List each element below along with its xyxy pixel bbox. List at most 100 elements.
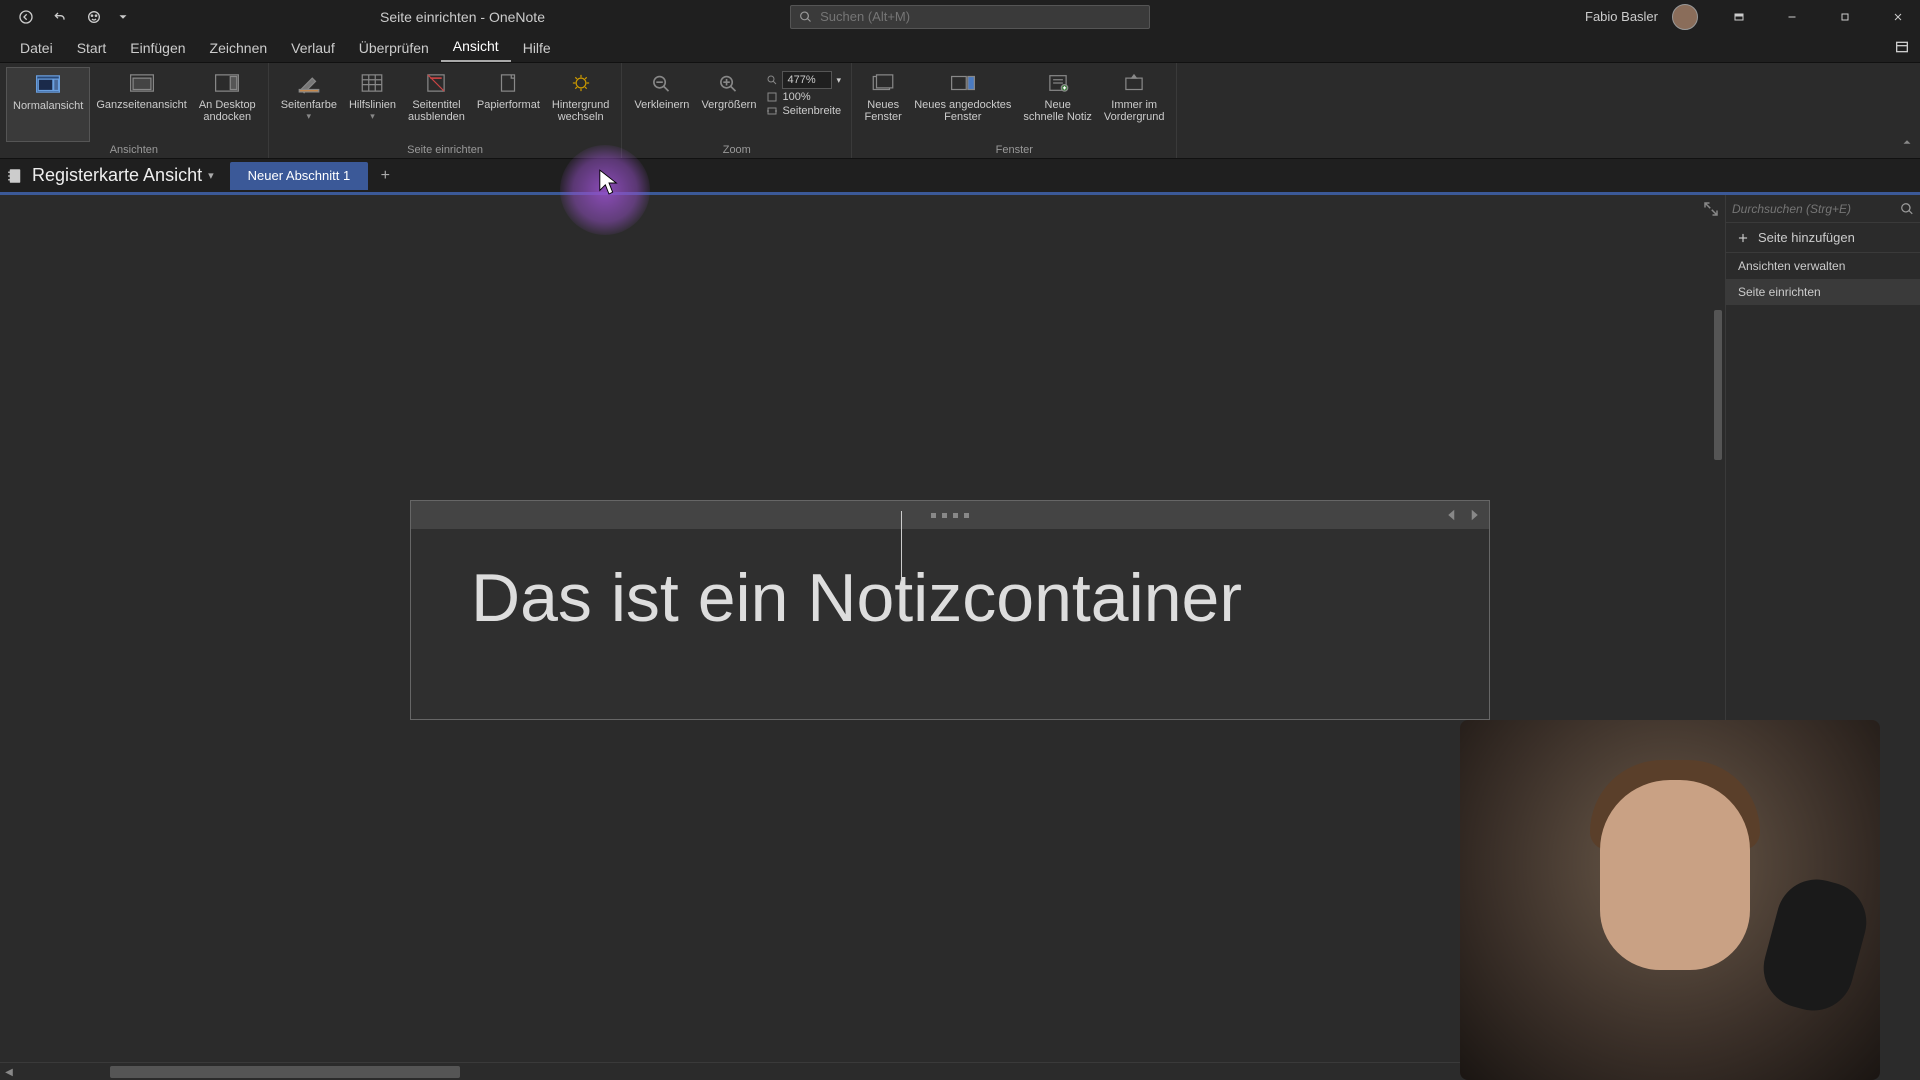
collapse-ribbon-icon[interactable] (1900, 135, 1914, 154)
page-search-input[interactable] (1732, 202, 1900, 216)
hintergrund-wechseln-label: Hintergrund wechseln (552, 99, 609, 123)
maximize-button[interactable] (1822, 0, 1867, 33)
seitenfarbe-label: Seitenfarbe (281, 99, 337, 111)
group-caption: Ansichten (110, 142, 158, 156)
zoom-input[interactable] (782, 71, 832, 89)
vergroessern-icon (713, 69, 745, 97)
back-button[interactable] (14, 5, 38, 29)
page-search[interactable] (1726, 195, 1920, 223)
menu-zeichnen[interactable]: Zeichnen (198, 34, 280, 62)
scroll-left-icon[interactable]: ◀ (2, 1065, 16, 1079)
plus-icon (1736, 231, 1750, 245)
expand-icon[interactable] (1702, 200, 1720, 218)
hilfslinien-icon (356, 69, 388, 97)
vertical-scrollbar[interactable] (1714, 310, 1722, 460)
touch-mode-button[interactable] (82, 5, 106, 29)
immer-im-vordergrund-button[interactable]: Immer im Vordergrund (1098, 67, 1171, 142)
zoom-value-row[interactable]: ▾ (766, 71, 841, 89)
group-caption: Fenster (996, 142, 1033, 156)
seitenfarbe-icon (293, 69, 325, 97)
page-list-item[interactable]: Ansichten verwalten (1726, 253, 1920, 279)
notebook-name[interactable]: Registerkarte Ansicht (32, 165, 202, 186)
normalansicht-button[interactable]: Normalansicht (6, 67, 90, 142)
hilfslinien-button[interactable]: Hilfslinien▾ (343, 67, 402, 142)
hintergrund-wechseln-button[interactable]: Hintergrund wechseln (546, 67, 615, 142)
verkleinern-label: Verkleinern (634, 99, 689, 111)
search-icon (799, 10, 812, 24)
neues-fenster-button[interactable]: Neues Fenster (858, 67, 908, 142)
neues-angedocktes-fenster-icon (947, 69, 979, 97)
page-list-item[interactable]: Seite einrichten (1726, 279, 1920, 305)
undo-button[interactable] (48, 5, 72, 29)
search-input[interactable] (820, 9, 1141, 24)
menu-datei[interactable]: Datei (8, 34, 65, 62)
ribbon-toggle-icon[interactable] (1894, 39, 1910, 60)
an-desktop-andocken-label: An Desktop andocken (199, 99, 256, 123)
immer-im-vordergrund-label: Immer im Vordergrund (1104, 99, 1165, 123)
group-caption: Zoom (723, 142, 751, 156)
chevron-down-icon: ▾ (370, 111, 375, 122)
menu-hilfe[interactable]: Hilfe (511, 34, 563, 62)
username-label: Fabio Basler (1585, 9, 1658, 24)
window-title: Seite einrichten - OneNote (380, 9, 545, 25)
ribbon: Normalansicht Ganzseitenansicht An Desktop… (0, 63, 1920, 159)
ribbon-group-zoom: Verkleinern Vergrößern ▾ 100% Seitenbreit… (622, 63, 852, 158)
seitenfarbe-button[interactable]: Seitenfarbe▾ (275, 67, 343, 142)
vergroessern-label: Vergrößern (701, 99, 756, 111)
hilfslinien-label: Hilfslinien (349, 99, 396, 111)
neue-schnelle-notiz-button[interactable]: Neue schnelle Notiz (1017, 67, 1097, 142)
note-text[interactable]: Das ist ein Notizcontainer (471, 559, 1429, 637)
ganzseitenansicht-button[interactable]: Ganzseitenansicht (90, 67, 193, 142)
add-page-label: Seite hinzufügen (1758, 230, 1855, 245)
group-caption: Seite einrichten (407, 142, 483, 156)
papierformat-icon (492, 69, 524, 97)
note-container[interactable]: Das ist ein Notizcontainer (410, 500, 1490, 720)
papierformat-button[interactable]: Papierformat (471, 67, 546, 142)
zoom-pagewidth-button[interactable]: Seitenbreite (766, 105, 841, 117)
neue-schnelle-notiz-label: Neue schnelle Notiz (1023, 99, 1091, 123)
menu-verlauf[interactable]: Verlauf (279, 34, 347, 62)
qat-dropdown[interactable] (116, 5, 130, 29)
section-tab[interactable]: Neuer Abschnitt 1 (230, 162, 369, 190)
neue-schnelle-notiz-icon (1042, 69, 1074, 97)
add-page-button[interactable]: Seite hinzufügen (1726, 223, 1920, 253)
seitentitel-ausblenden-button[interactable]: Seitentitel ausblenden (402, 67, 471, 142)
verkleinern-button[interactable]: Verkleinern (628, 67, 695, 142)
notebook-dropdown-icon[interactable]: ▾ (208, 169, 214, 182)
minimize-button[interactable] (1769, 0, 1814, 33)
zoom-100-button[interactable]: 100% (766, 91, 841, 103)
an-desktop-andocken-icon (211, 69, 243, 97)
menu-einfügen[interactable]: Einfügen (118, 34, 197, 62)
grip-icon[interactable] (931, 513, 969, 518)
menu-überprüfen[interactable]: Überprüfen (347, 34, 441, 62)
menu-ansicht[interactable]: Ansicht (441, 32, 511, 62)
note-prev-icon[interactable] (1443, 506, 1461, 524)
webcam-overlay (1460, 720, 1880, 1080)
note-container-header[interactable] (411, 501, 1489, 529)
note-next-icon[interactable] (1465, 506, 1483, 524)
ganzseitenansicht-icon (126, 69, 158, 97)
menubar: DateiStartEinfügenZeichnenVerlaufÜberprü… (0, 33, 1920, 63)
an-desktop-andocken-button[interactable]: An Desktop andocken (193, 67, 262, 142)
titlebar: Seite einrichten - OneNote Fabio Basler (0, 0, 1920, 33)
neues-fenster-label: Neues Fenster (865, 99, 902, 123)
text-caret (901, 511, 902, 581)
add-section-button[interactable]: + (372, 163, 398, 189)
vergroessern-button[interactable]: Vergrößern (695, 67, 762, 142)
scroll-thumb[interactable] (110, 1066, 460, 1078)
close-button[interactable] (1875, 0, 1920, 33)
neues-angedocktes-fenster-button[interactable]: Neues angedocktes Fenster (908, 67, 1017, 142)
chevron-down-icon: ▾ (307, 111, 312, 122)
immer-im-vordergrund-icon (1118, 69, 1150, 97)
menu-start[interactable]: Start (65, 34, 119, 62)
avatar[interactable] (1672, 4, 1698, 30)
ribbon-display-button[interactable] (1716, 0, 1761, 33)
seitentitel-ausblenden-label: Seitentitel ausblenden (408, 99, 465, 123)
ribbon-group-fenster: Neues FensterNeues angedocktes FensterNe… (852, 63, 1177, 158)
normalansicht-icon (32, 70, 64, 98)
neues-fenster-icon (867, 69, 899, 97)
notebook-icon (6, 167, 24, 185)
ganzseitenansicht-label: Ganzseitenansicht (96, 99, 187, 111)
search-bar[interactable] (790, 5, 1150, 29)
papierformat-label: Papierformat (477, 99, 540, 111)
